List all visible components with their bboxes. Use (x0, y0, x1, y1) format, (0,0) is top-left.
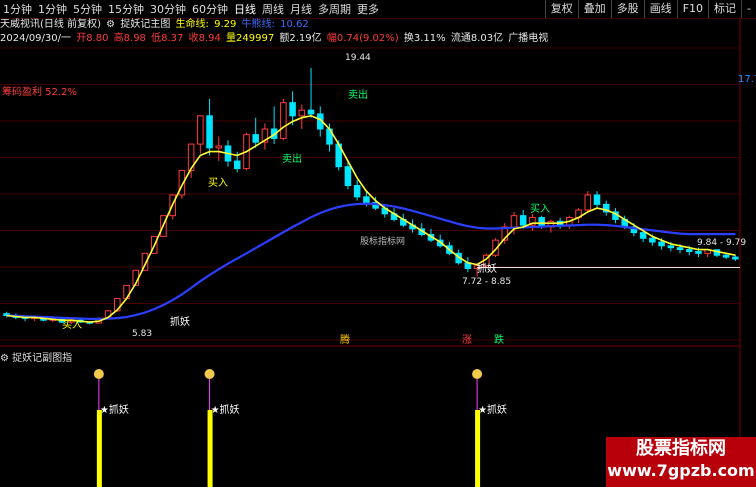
y-tick-label: 17.7 (738, 74, 756, 85)
candle-up (510, 215, 518, 228)
candle-down (722, 254, 730, 258)
catch-label-1: 抓妖 (170, 315, 190, 328)
candle-down (344, 166, 352, 187)
signal-bar (475, 410, 481, 487)
candle-down (206, 115, 213, 149)
candle-down (363, 196, 370, 203)
money-bag-icon (472, 369, 483, 379)
sell-label-2: 卖出 (282, 152, 302, 165)
profit-label: 筹码盈利 52.2% (2, 85, 77, 98)
candle-down (695, 250, 702, 254)
candle-down (676, 247, 684, 251)
signal-label: ★抓妖 (100, 403, 129, 416)
signal-bar (96, 410, 102, 487)
money-bag-icon (93, 369, 104, 379)
range-label: 9.84 - 9.79 (697, 238, 746, 248)
low-label-2: 7.72 - 8.85 (462, 277, 511, 287)
indicator-layer: ★抓妖 ★抓妖 ★抓妖 (93, 369, 507, 487)
money-bag-icon (204, 369, 215, 379)
candle-up (197, 115, 204, 145)
candle-down (593, 194, 601, 205)
buy-label-3: 买入 (530, 203, 550, 215)
candle-down (289, 102, 296, 117)
candle-down (639, 232, 647, 239)
candle-up (215, 145, 223, 149)
candle-down (233, 160, 241, 170)
settings-icon-2[interactable]: ⚙ (0, 353, 9, 364)
candlestick-chart[interactable]: ★抓妖 ★抓妖 ★抓妖 筹码盈利 52.2% 17.7 19.44 卖出 卖出 买入… (0, 0, 756, 487)
candle-down (667, 245, 675, 249)
signal-bar (207, 410, 213, 487)
site-watermark: 股票指标网 www.7gpzb.com (606, 437, 756, 487)
catch-label-2: 抓妖 (477, 262, 497, 275)
candle-down (353, 185, 361, 198)
bottom-mark-1: 腾 (340, 333, 350, 346)
buy-label-1: 买入 (62, 319, 82, 331)
indicator-panel-title: ⚙ 捉妖记副图指 (0, 349, 72, 364)
bottom-mark-3: 跌 (494, 333, 504, 346)
buy-label-2: 买入 (208, 177, 228, 189)
bottom-mark-2: 涨 (462, 334, 472, 346)
watermark-title: 股票指标网 (636, 438, 726, 459)
indicator-panel-name: 捉妖记副图指 (12, 353, 73, 364)
watermark-url: www.7gpzb.com (607, 461, 755, 480)
candle-down (307, 109, 315, 115)
signal-label: ★抓妖 (211, 403, 240, 416)
candle-down (252, 134, 259, 143)
candle-up (280, 102, 287, 139)
candle-down (658, 241, 665, 247)
signal-label: ★抓妖 (478, 403, 507, 416)
chart-watermark: 股标指标网 (360, 235, 405, 247)
peak-label: 19.44 (345, 53, 371, 63)
candle-down (519, 215, 527, 226)
candle-up (298, 109, 306, 117)
candle-down (685, 249, 693, 252)
sell-label-1: 卖出 (348, 88, 368, 101)
candle-down (649, 237, 656, 243)
candle-up (584, 194, 592, 211)
low-label-1: 5.83 (132, 329, 152, 339)
chart-grid (0, 18, 741, 487)
candle-down (732, 256, 739, 260)
